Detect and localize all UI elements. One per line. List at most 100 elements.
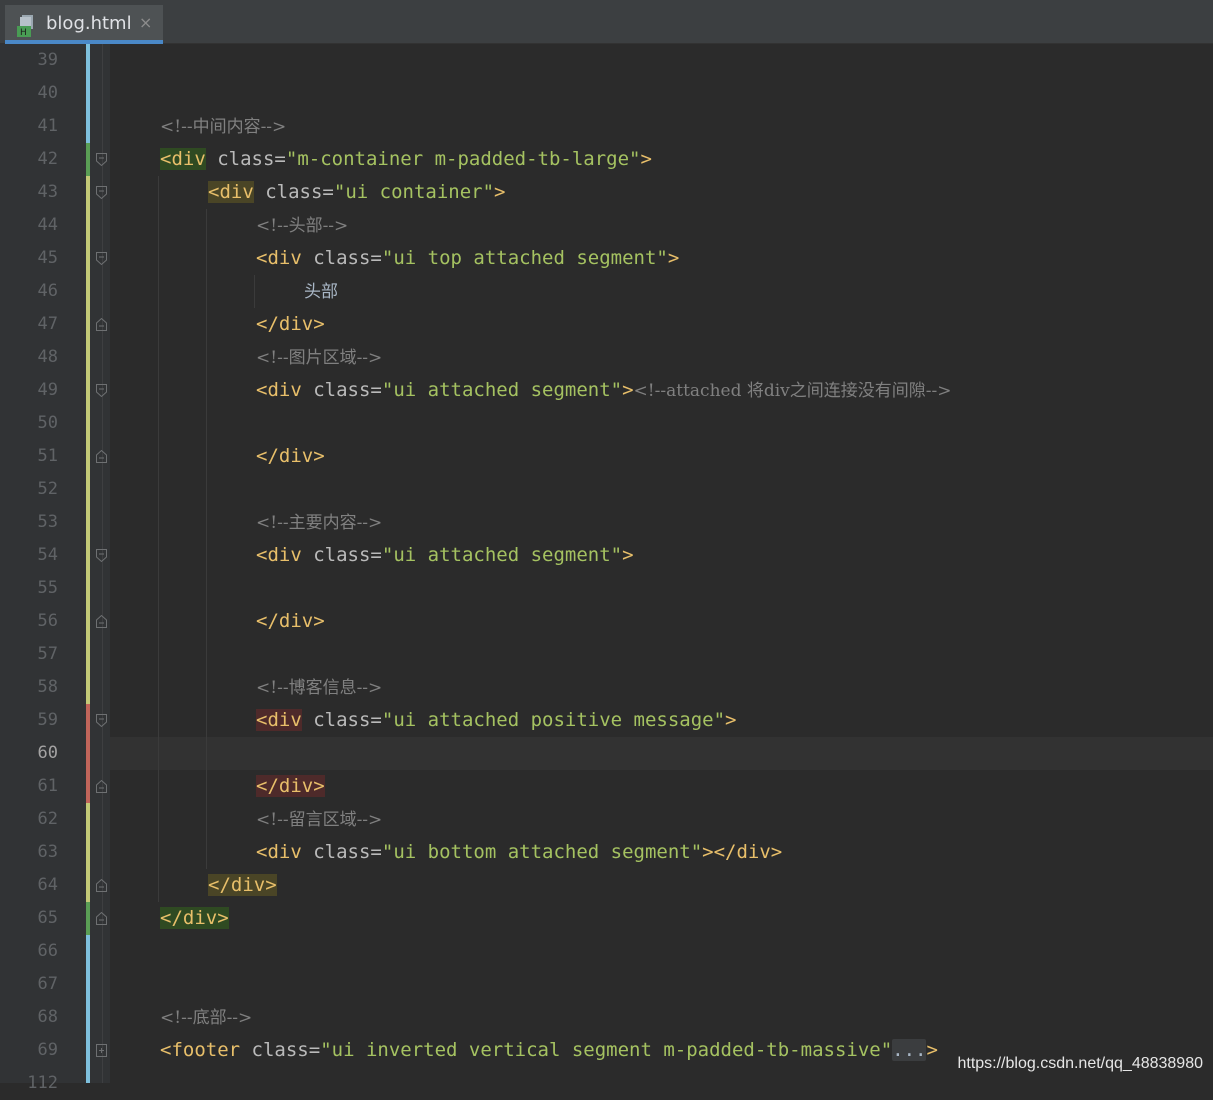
code-line-62: <!--留言区域--> bbox=[256, 803, 382, 836]
comment: <!--主要内容--> bbox=[256, 513, 383, 533]
line-number: 40 bbox=[37, 83, 58, 103]
fold-collapse-icon[interactable] bbox=[96, 186, 107, 199]
line-number: 58 bbox=[37, 677, 58, 697]
line-number: 56 bbox=[37, 611, 58, 631]
attribute: class bbox=[251, 1039, 309, 1061]
line-number: 42 bbox=[37, 149, 58, 169]
vcs-change-bar bbox=[86, 176, 90, 704]
attribute-value: "ui attached segment" bbox=[381, 544, 623, 566]
code-line-47: </div> bbox=[256, 308, 325, 341]
svg-text:H: H bbox=[20, 28, 27, 38]
fold-end-icon[interactable] bbox=[96, 780, 107, 793]
code-line-45: <div class="ui top attached segment"> bbox=[256, 247, 680, 269]
line-number: 59 bbox=[37, 710, 58, 730]
code-line-64: </div> bbox=[208, 869, 277, 902]
comment: <!--底部--> bbox=[160, 1008, 253, 1028]
fold-collapse-icon[interactable] bbox=[96, 384, 107, 397]
vcs-change-bar bbox=[86, 803, 90, 902]
tag: </div> bbox=[256, 610, 325, 632]
tag: </div> bbox=[160, 907, 229, 929]
line-number: 57 bbox=[37, 644, 58, 664]
attribute: class bbox=[313, 709, 371, 731]
fold-end-icon[interactable] bbox=[96, 615, 107, 628]
code-line-58: <!--博客信息--> bbox=[256, 671, 382, 704]
line-number: 46 bbox=[37, 281, 58, 301]
folded-region-ellipsis[interactable]: ... bbox=[892, 1039, 927, 1061]
line-number: 54 bbox=[37, 545, 58, 565]
line-number: 45 bbox=[37, 248, 58, 268]
indent-guide bbox=[254, 275, 255, 308]
line-number: 51 bbox=[37, 446, 58, 466]
attribute: class bbox=[265, 181, 323, 203]
tag: <div bbox=[256, 544, 302, 566]
fold-collapse-icon[interactable] bbox=[96, 714, 107, 727]
attribute-value: "ui inverted vertical segment m-padded-t… bbox=[320, 1039, 893, 1061]
attribute: class bbox=[217, 148, 275, 170]
attribute: class bbox=[313, 247, 371, 269]
line-number: 47 bbox=[37, 314, 58, 334]
attribute: class bbox=[313, 379, 371, 401]
fold-collapse-icon[interactable] bbox=[96, 153, 107, 166]
tag: </div> bbox=[208, 874, 277, 896]
code-line-54: <div class="ui attached segment"> bbox=[256, 544, 634, 566]
close-icon[interactable]: × bbox=[139, 13, 152, 32]
fold-end-icon[interactable] bbox=[96, 912, 107, 925]
code-line-56: </div> bbox=[256, 605, 325, 638]
attribute-value: "ui bottom attached segment" bbox=[381, 841, 703, 863]
gutter-separator bbox=[102, 44, 103, 1083]
attribute-value: "m-container m-padded-tb-large" bbox=[285, 148, 641, 170]
comment: <!--博客信息--> bbox=[256, 678, 383, 698]
fold-end-icon[interactable] bbox=[96, 318, 107, 331]
comment: <!--图片区域--> bbox=[256, 348, 383, 368]
watermark: https://blog.csdn.net/qq_48838980 bbox=[957, 1055, 1203, 1072]
tag: </div> bbox=[256, 775, 325, 797]
tag: <div bbox=[256, 709, 302, 731]
editor-tab-bar: H blog.html × bbox=[0, 0, 1213, 44]
fold-collapse-icon[interactable] bbox=[96, 549, 107, 562]
vcs-change-bar bbox=[86, 902, 90, 935]
tag: </div> bbox=[256, 313, 325, 335]
attribute-value: "ui top attached segment" bbox=[381, 247, 668, 269]
caret-row-highlight bbox=[110, 737, 1213, 770]
line-number: 67 bbox=[37, 974, 58, 994]
tab-label: blog.html bbox=[46, 13, 132, 34]
code-line-43: <div class="ui container"> bbox=[208, 181, 506, 203]
line-number: 112 bbox=[27, 1073, 58, 1093]
html-file-icon: H bbox=[17, 15, 33, 38]
line-number: 55 bbox=[37, 578, 58, 598]
code-line-63: <div class="ui bottom attached segment">… bbox=[256, 841, 783, 863]
comment: <!--中间内容--> bbox=[160, 117, 287, 137]
line-number: 62 bbox=[37, 809, 58, 829]
tag: <div bbox=[256, 379, 302, 401]
code-line-53: <!--主要内容--> bbox=[256, 506, 382, 539]
code-editor[interactable]: 39 40 41 42 43 44 45 46 47 48 49 50 51 52 53 54 55 56 57 58… bbox=[0, 44, 1213, 1093]
code-line-59: <div class="ui attached positive message… bbox=[256, 709, 737, 731]
code-line-41: <!--中间内容--> bbox=[160, 110, 286, 143]
attribute-value: "ui attached segment" bbox=[381, 379, 623, 401]
fold-end-icon[interactable] bbox=[96, 450, 107, 463]
tab-blog-html[interactable]: H blog.html × bbox=[5, 5, 163, 44]
code-line-46: 头部 bbox=[304, 275, 338, 308]
fold-expand-icon[interactable] bbox=[96, 1044, 107, 1057]
line-number: 68 bbox=[37, 1007, 58, 1027]
fold-end-icon[interactable] bbox=[96, 879, 107, 892]
line-number: 65 bbox=[37, 908, 58, 928]
code-line-49: <div class="ui attached segment"><!--att… bbox=[256, 379, 952, 401]
indent-guide bbox=[158, 176, 159, 902]
line-number: 64 bbox=[37, 875, 58, 895]
attribute-value: "ui attached positive message" bbox=[381, 709, 726, 731]
tag: <footer bbox=[160, 1039, 241, 1061]
tag: <div bbox=[208, 181, 254, 203]
line-number: 49 bbox=[37, 380, 58, 400]
fold-collapse-icon[interactable] bbox=[96, 252, 107, 265]
line-number: 69 bbox=[37, 1040, 58, 1060]
line-number: 53 bbox=[37, 512, 58, 532]
line-number: 52 bbox=[37, 479, 58, 499]
attribute: class bbox=[313, 841, 371, 863]
comment: <!--留言区域--> bbox=[256, 810, 383, 830]
line-number: 50 bbox=[37, 413, 58, 433]
vcs-change-bar bbox=[86, 704, 90, 803]
line-number: 60 bbox=[37, 743, 58, 763]
attribute-value: "ui container" bbox=[333, 181, 495, 203]
vcs-change-bar bbox=[86, 143, 90, 176]
